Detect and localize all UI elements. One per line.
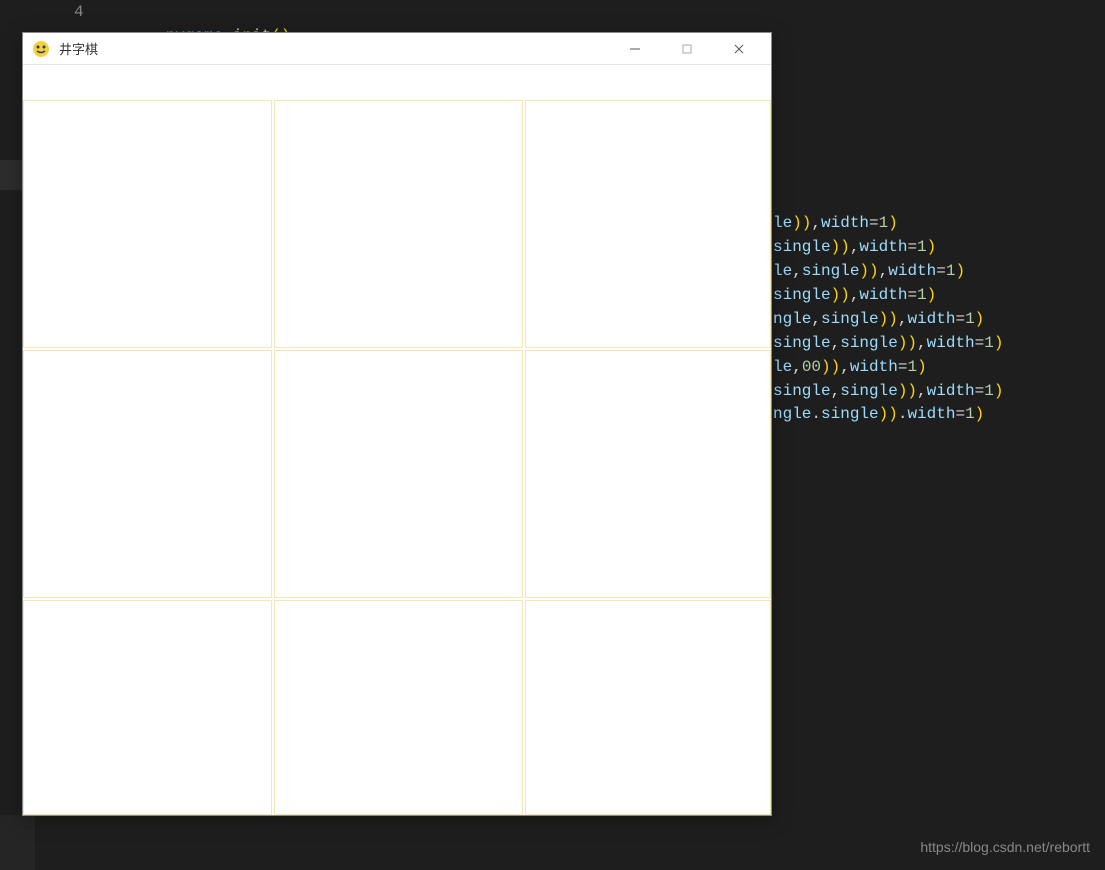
sidebar-bottom <box>0 815 35 870</box>
watermark: https://blog.csdn.net/rebortt <box>920 839 1090 855</box>
window-title: 井字棋 <box>59 39 619 58</box>
grid-cell-1-0[interactable] <box>23 350 272 598</box>
code-partial: single,single)),width=1) <box>773 379 1003 403</box>
code-partial: le,00)),width=1) <box>773 355 927 379</box>
line-number-4: 4 <box>74 0 84 24</box>
pygame-window: 井字棋 <box>22 32 772 816</box>
minimize-button[interactable] <box>619 37 651 61</box>
grid-cell-0-2[interactable] <box>525 100 771 348</box>
code-partial: ngle,single)),width=1) <box>773 307 984 331</box>
grid-cell-2-0[interactable] <box>23 600 272 815</box>
code-partial: single)),width=1) <box>773 283 936 307</box>
code-partial: le,single)),width=1) <box>773 259 965 283</box>
grid-cell-1-2[interactable] <box>525 350 771 598</box>
code-partial: single,single)),width=1) <box>773 331 1003 355</box>
grid-cell-2-1[interactable] <box>274 600 523 815</box>
grid-cell-0-1[interactable] <box>274 100 523 348</box>
window-titlebar[interactable]: 井字棋 <box>23 33 771 65</box>
grid-cell-1-1[interactable] <box>274 350 523 598</box>
code-partial: le)),width=1) <box>773 211 898 235</box>
grid-cell-0-0[interactable] <box>23 100 272 348</box>
code-partial: ngle.single)).width=1) <box>773 402 984 426</box>
maximize-button[interactable] <box>671 37 703 61</box>
pygame-icon <box>31 39 51 59</box>
grid-cell-2-2[interactable] <box>525 600 771 815</box>
game-canvas[interactable] <box>23 65 771 815</box>
window-controls <box>619 37 763 61</box>
close-button[interactable] <box>723 37 755 61</box>
code-partial: single)),width=1) <box>773 235 936 259</box>
